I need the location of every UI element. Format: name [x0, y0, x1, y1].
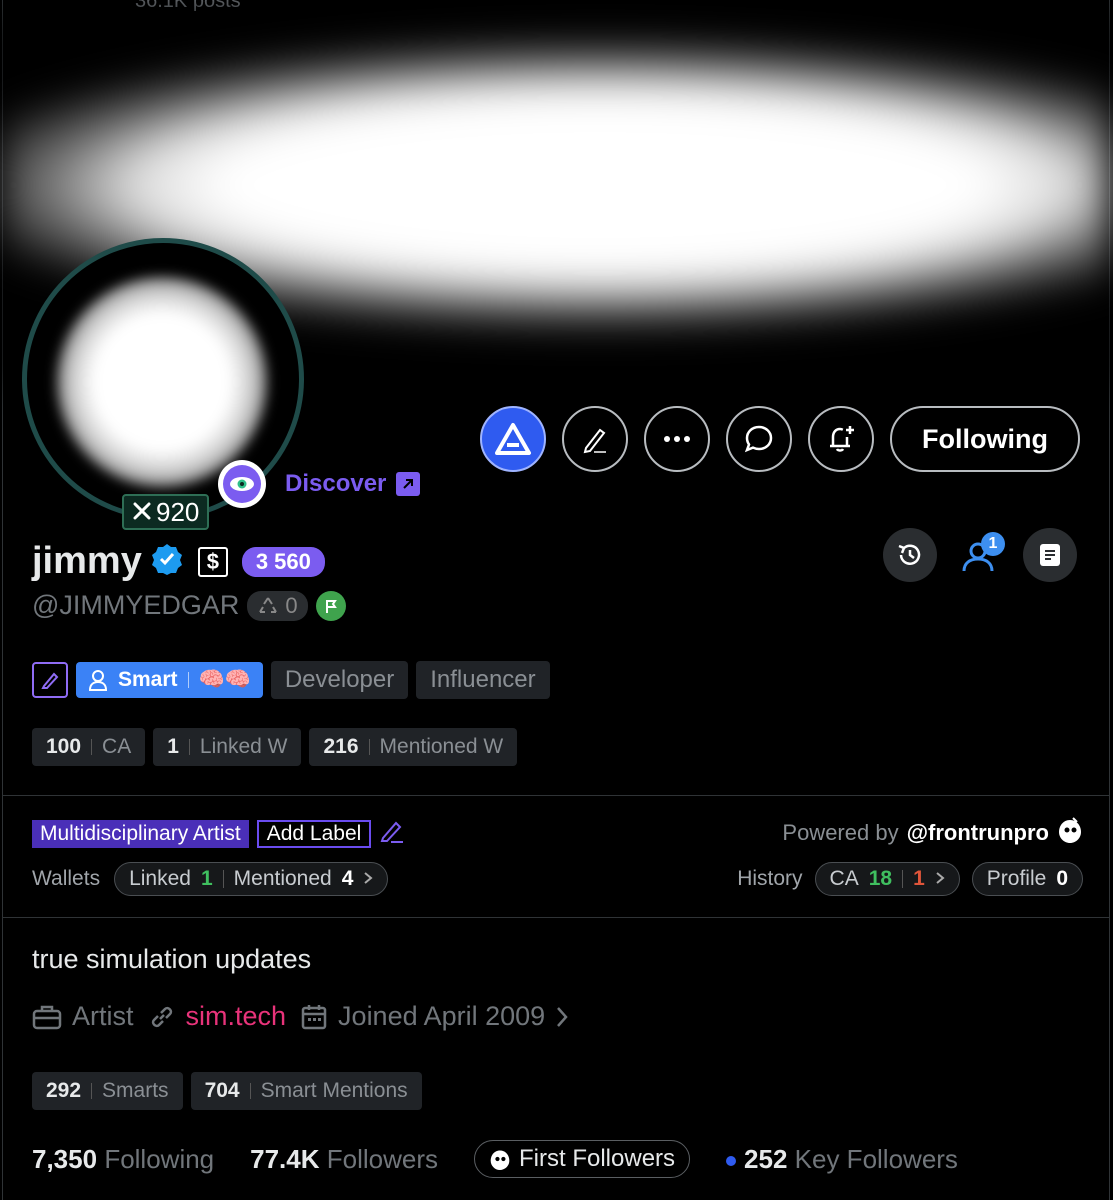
notify-button[interactable] — [808, 406, 874, 472]
wallets-row: Wallets Linked 1 Mentioned 4 — [32, 862, 389, 896]
crossed-arrows-icon — [132, 496, 152, 528]
follow-stats-row: 7,350 Following 77.4K Followers First Fo… — [32, 1140, 958, 1178]
triangle-logo-icon — [495, 423, 531, 455]
history-profile-pill[interactable]: Profile 0 — [971, 862, 1083, 896]
edit-tags-button[interactable] — [32, 662, 68, 698]
recycle-icon — [259, 596, 278, 613]
display-name: jimmy — [32, 540, 142, 582]
frontrun-button[interactable] — [480, 406, 546, 472]
eye-badge[interactable] — [218, 460, 266, 508]
flag-icon[interactable] — [315, 590, 346, 621]
eye-icon — [223, 465, 261, 503]
handle-row: @JIMMYEDGAR 0 — [32, 590, 346, 621]
following-count-link[interactable]: 7,350 Following — [32, 1144, 214, 1175]
chat-bubble-icon — [744, 425, 773, 453]
bio-text: true simulation updates — [32, 944, 312, 974]
pen-icon — [583, 428, 606, 454]
edit-note-button[interactable] — [562, 406, 628, 472]
document-icon — [1040, 544, 1060, 566]
stat-chip-smart-mentions[interactable]: 704 Smart Mentions — [190, 1072, 422, 1110]
recycle-count-pill[interactable]: 0 — [247, 590, 308, 621]
avatar-image — [57, 277, 267, 487]
history-row: History CA 18 1 Profile 0 — [737, 862, 1083, 896]
chevron-right-icon — [935, 867, 945, 891]
edit-label-icon[interactable] — [379, 818, 405, 849]
profile-meta-row: Artist sim.tech Joined April 2009 — [32, 1001, 569, 1032]
stat-chip-smarts[interactable]: 292 Smarts — [32, 1072, 183, 1110]
ca-stats-row: 100 CA 1 Linked W 216 Mentioned W — [32, 728, 518, 766]
frontrun-logo-icon — [1057, 816, 1083, 850]
message-button[interactable] — [726, 406, 792, 472]
frontrun-logo-icon — [490, 1150, 510, 1170]
bell-plus-icon — [830, 426, 854, 452]
website-item[interactable]: sim.tech — [148, 1001, 287, 1032]
first-followers-button[interactable]: First Followers — [474, 1140, 691, 1178]
pencil-icon — [41, 672, 59, 689]
score-badge[interactable]: 920 — [122, 494, 210, 530]
occupation-item: Artist — [32, 1001, 134, 1032]
verified-badge-icon — [150, 542, 184, 581]
stat-chip-mentioned-w[interactable]: 216 Mentioned W — [309, 728, 518, 766]
tags-row: Smart 🧠🧠 Developer Influencer — [32, 661, 550, 699]
influencer-tag[interactable]: Influencer — [416, 661, 550, 699]
following-button[interactable]: Following — [890, 406, 1080, 472]
external-arrow-icon — [396, 472, 421, 496]
name-row: jimmy $ 3 560 — [32, 540, 325, 583]
brain-emoji: 🧠🧠 — [198, 668, 251, 691]
more-button[interactable] — [644, 406, 710, 472]
section-divider — [3, 795, 1109, 796]
history-title: History — [737, 867, 803, 890]
smart-tag[interactable]: Smart 🧠🧠 — [76, 662, 263, 698]
label-tag[interactable]: Multidisciplinary Artist — [32, 819, 249, 848]
dollar-icon: $ — [197, 546, 228, 577]
posts-count: 36.1K posts — [135, 0, 241, 12]
handle: @JIMMYEDGAR — [32, 590, 240, 620]
chevron-right-icon — [363, 867, 373, 891]
key-dot-icon — [726, 1155, 737, 1166]
powered-by: Powered by @frontrunpro — [782, 816, 1083, 850]
powered-handle-link[interactable]: @frontrunpro — [907, 820, 1049, 846]
discover-link[interactable]: Discover — [285, 470, 421, 498]
link-icon — [151, 1006, 172, 1027]
wallets-title: Wallets — [32, 867, 101, 890]
key-followers-link[interactable]: 252 Key Followers — [726, 1144, 958, 1175]
website-link: sim.tech — [185, 1001, 287, 1031]
section-divider — [3, 917, 1109, 918]
user-icon — [88, 670, 108, 691]
profile-side-tools: 1 — [883, 528, 1077, 582]
developer-tag[interactable]: Developer — [270, 661, 409, 699]
stat-chip-linked-w[interactable]: 1 Linked W — [153, 728, 302, 766]
more-dots-icon — [664, 436, 690, 442]
users-button[interactable]: 1 — [953, 528, 1007, 582]
history-clock-icon — [898, 544, 921, 565]
add-label-button[interactable]: Add Label — [256, 819, 372, 848]
history-button[interactable] — [883, 528, 937, 582]
purple-score-pill[interactable]: 3 560 — [241, 546, 325, 577]
joined-item[interactable]: Joined April 2009 — [300, 1001, 569, 1032]
notes-button[interactable] — [1023, 528, 1077, 582]
chevron-right-icon — [557, 1006, 568, 1027]
profile-actions: Following — [480, 406, 1080, 472]
stat-chip-ca[interactable]: 100 CA — [32, 728, 146, 766]
wallets-pill[interactable]: Linked 1 Mentioned 4 — [114, 862, 389, 896]
briefcase-icon — [32, 1005, 62, 1029]
notification-badge: 1 — [981, 532, 1005, 556]
smart-stats-row: 292 Smarts 704 Smart Mentions — [32, 1072, 422, 1110]
calendar-icon — [301, 1004, 327, 1029]
history-ca-pill[interactable]: CA 18 1 — [814, 862, 960, 896]
followers-count-link[interactable]: 77.4K Followers — [250, 1144, 438, 1175]
label-row: Multidisciplinary Artist Add Label — [32, 818, 405, 849]
